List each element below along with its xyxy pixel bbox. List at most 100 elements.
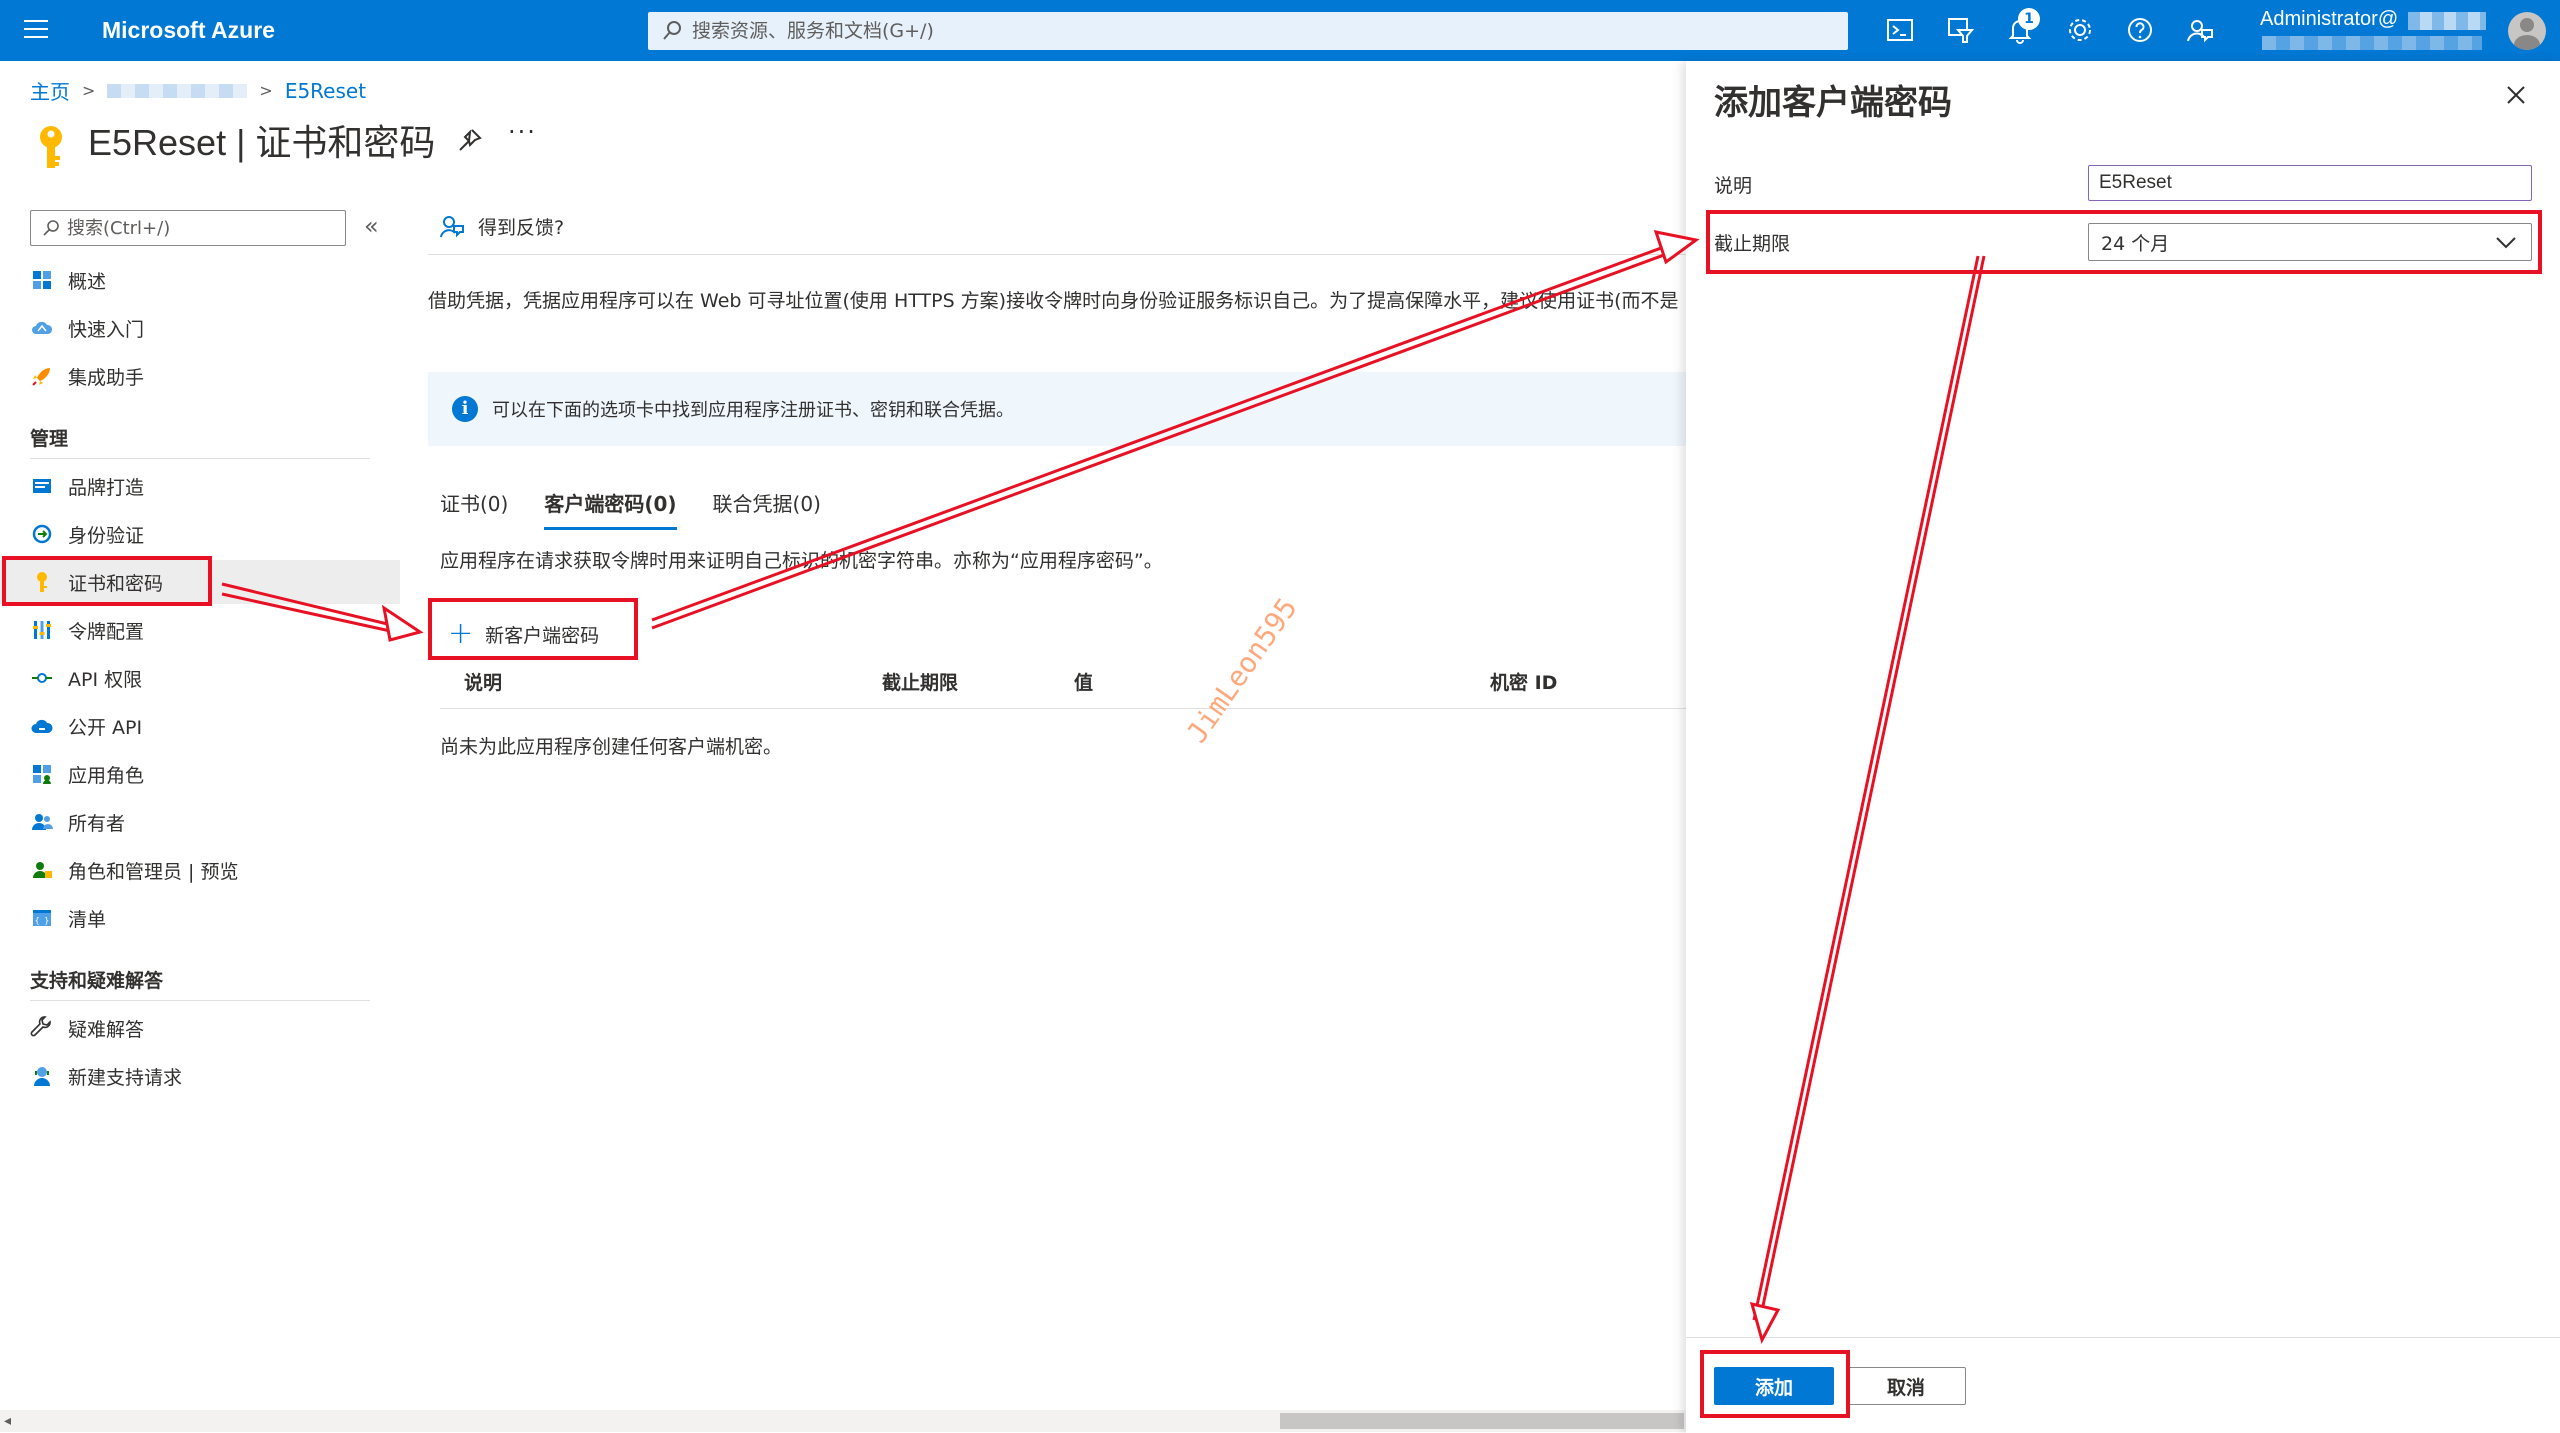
nav-item-label: 证书和密码 xyxy=(68,572,164,595)
breadcrumb: 主页 > > E5Reset xyxy=(30,76,366,105)
nav-item-certificates-secrets[interactable]: 证书和密码 xyxy=(0,560,400,604)
wrench-icon xyxy=(30,1016,51,1037)
top-bar: Microsoft Azure 1 Administrator@ xyxy=(0,0,2560,61)
brand-logo[interactable]: Microsoft Azure xyxy=(102,17,275,44)
directory-filter-icon[interactable] xyxy=(1944,14,1976,46)
notification-badge: 1 xyxy=(2018,8,2040,30)
horizontal-scrollbar[interactable]: ◂ xyxy=(0,1410,1686,1432)
nav-item-label: 清单 xyxy=(68,908,107,931)
new-client-secret-button[interactable]: + 新客户端密码 xyxy=(434,612,634,656)
scrollbar-thumb[interactable] xyxy=(1280,1413,1684,1429)
nav-item-overview[interactable]: 概述 xyxy=(0,258,400,302)
nav-item-roles-administrators[interactable]: 角色和管理员 | 预览 xyxy=(0,848,400,892)
nav-item-authentication[interactable]: 身份验证 xyxy=(0,512,400,556)
search-icon xyxy=(43,220,59,236)
nav-item-expose-api[interactable]: 公开 API xyxy=(0,704,400,748)
nav-item-owners[interactable]: 所有者 xyxy=(0,800,400,844)
content-divider xyxy=(428,254,1688,255)
feedback-icon xyxy=(440,216,464,238)
expires-dropdown[interactable]: 24 个月 xyxy=(2088,223,2532,261)
cancel-button[interactable]: 取消 xyxy=(1846,1367,1966,1405)
avatar[interactable] xyxy=(2508,12,2546,50)
global-search[interactable] xyxy=(648,12,1848,50)
column-header-value[interactable]: 值 xyxy=(1074,668,1093,695)
expires-selected-value: 24 个月 xyxy=(2101,232,2170,255)
nav-item-label: 应用角色 xyxy=(68,764,145,787)
nav-item-api-permissions[interactable]: API 权限 xyxy=(0,656,400,700)
info-icon: i xyxy=(452,396,478,422)
support-request-icon xyxy=(34,1067,50,1086)
nav-item-label: 概述 xyxy=(68,270,107,293)
account-tenant-redacted xyxy=(2262,36,2482,50)
nav-item-troubleshooting[interactable]: 疑难解答 xyxy=(0,1006,400,1050)
nav-item-quickstart[interactable]: 快速入门 xyxy=(0,306,400,350)
overview-grid-icon xyxy=(33,271,51,289)
help-icon[interactable] xyxy=(2124,14,2156,46)
cloud-shell-icon[interactable] xyxy=(1884,14,1916,46)
tab-client-secrets[interactable]: 客户端密码(0) xyxy=(544,488,677,530)
account-name[interactable]: Administrator@ xyxy=(2260,8,2398,31)
nav-section-support: 支持和疑难解答 xyxy=(30,970,164,992)
nav-item-label: 角色和管理员 | 预览 xyxy=(68,860,239,883)
panel-footer-divider xyxy=(1686,1337,2560,1338)
nav-item-branding[interactable]: 品牌打造 xyxy=(0,464,400,508)
description-label: 说明 xyxy=(1714,175,1753,197)
expires-label: 截止期限 xyxy=(1714,233,1791,255)
nav-item-app-roles[interactable]: 应用角色 xyxy=(0,752,400,796)
nav-item-integration-assistant[interactable]: 集成助手 xyxy=(0,354,400,398)
collapse-nav-icon[interactable]: « xyxy=(364,212,379,240)
plus-icon: + xyxy=(448,616,474,651)
settings-icon[interactable] xyxy=(2064,14,2096,46)
nav-divider xyxy=(30,458,370,459)
key-icon xyxy=(37,572,47,592)
feedback-link[interactable]: 得到反馈? xyxy=(438,212,564,240)
chevron-right-icon: > xyxy=(82,81,96,100)
nav-search-input[interactable] xyxy=(67,214,337,242)
nav-item-token-configuration[interactable]: 令牌配置 xyxy=(0,608,400,652)
page-description: 借助凭据，凭据应用程序可以在 Web 可寻址位置(使用 HTTPS 方案)接收令… xyxy=(428,290,1679,312)
column-header-description[interactable]: 说明 xyxy=(464,668,502,695)
branding-icon xyxy=(33,479,51,493)
description-input[interactable] xyxy=(2088,165,2532,201)
cloud-quickstart-icon xyxy=(32,321,53,334)
nav-item-label: 身份验证 xyxy=(68,524,145,547)
nav-item-new-support-request[interactable]: 新建支持请求 xyxy=(0,1054,400,1098)
nav-item-manifest[interactable]: { } 清单 xyxy=(0,896,400,940)
chevron-down-icon xyxy=(2496,237,2516,249)
more-options-icon[interactable]: ··· xyxy=(508,118,537,146)
search-icon xyxy=(663,21,681,40)
table-divider xyxy=(440,708,1686,709)
add-button[interactable]: 添加 xyxy=(1714,1367,1834,1405)
breadcrumb-current[interactable]: E5Reset xyxy=(285,79,366,103)
api-permissions-icon xyxy=(32,673,52,683)
nav-item-label: 品牌打造 xyxy=(68,476,145,499)
feedback-icon[interactable] xyxy=(2184,14,2216,46)
feedback-label: 得到反馈? xyxy=(478,216,565,239)
nav-search[interactable] xyxy=(30,210,346,246)
breadcrumb-redacted[interactable] xyxy=(107,83,248,98)
tab-certificates[interactable]: 证书(0) xyxy=(440,488,508,530)
nav-section-manage: 管理 xyxy=(30,428,69,450)
tab-federated-credentials[interactable]: 联合凭据(0) xyxy=(713,488,821,530)
nav-item-label: 公开 API xyxy=(68,716,143,739)
breadcrumb-home[interactable]: 主页 xyxy=(30,76,70,105)
app-roles-icon xyxy=(33,765,51,784)
scroll-left-icon[interactable]: ◂ xyxy=(4,1413,11,1429)
global-search-input[interactable] xyxy=(692,16,1792,46)
close-icon[interactable] xyxy=(2502,81,2530,109)
nav-item-label: 集成助手 xyxy=(68,366,145,389)
column-header-secret-id[interactable]: 机密 ID xyxy=(1490,668,1557,695)
new-client-secret-label: 新客户端密码 xyxy=(485,624,600,647)
tab-description: 应用程序在请求获取令牌时用来证明自己标识的机密字符串。亦称为“应用程序密码”。 xyxy=(440,550,1163,572)
page-title: E5Reset | 证书和密码 xyxy=(88,122,436,163)
column-header-expires[interactable]: 截止期限 xyxy=(882,668,958,695)
pin-icon[interactable] xyxy=(456,126,484,154)
nav-item-label: 新建支持请求 xyxy=(68,1066,183,1089)
nav-divider xyxy=(30,1000,370,1001)
empty-table-message: 尚未为此应用程序创建任何客户端机密。 xyxy=(440,736,783,758)
token-config-icon xyxy=(33,621,51,639)
expose-api-cloud-icon xyxy=(31,719,53,733)
menu-icon[interactable] xyxy=(24,20,48,40)
watermark: JimLeon595 xyxy=(1180,591,1304,749)
nav-item-label: 快速入门 xyxy=(68,318,145,341)
